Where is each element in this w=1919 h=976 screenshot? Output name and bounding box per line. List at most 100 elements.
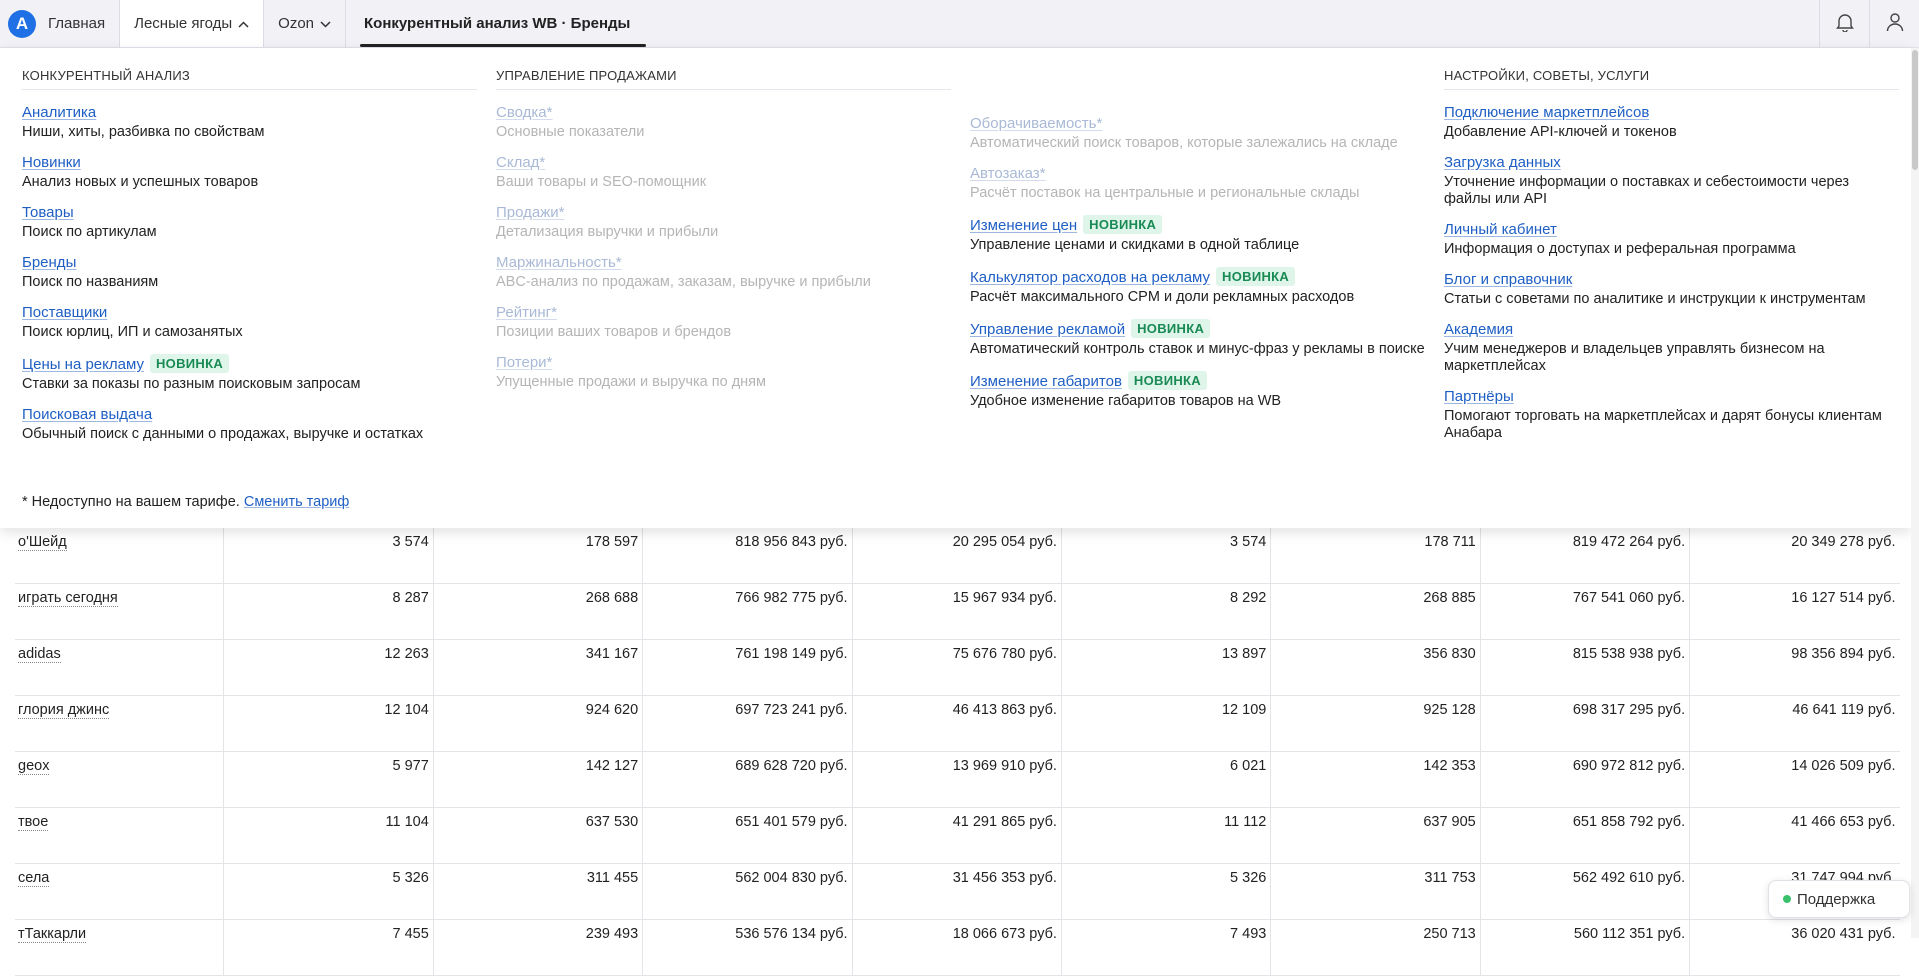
brand-name-link[interactable]: твое — [18, 814, 49, 831]
menu-item-link[interactable]: Изменение цен — [970, 217, 1077, 234]
menu-item-link[interactable]: Личный кабинет — [1444, 221, 1557, 238]
table-cell: 13 897 — [1062, 640, 1272, 695]
menu-item-link[interactable]: Партнёры — [1444, 388, 1514, 405]
menu-item-link[interactable]: Новинки — [22, 154, 81, 171]
brand-cell[interactable]: тТаккарли — [15, 920, 225, 975]
brand-name-link[interactable]: тТаккарли — [18, 926, 87, 943]
menu-item-link[interactable]: Блог и справочник — [1444, 271, 1572, 288]
table-cell: 20 295 054 руб. — [853, 528, 1062, 583]
cell-value: 31 456 353 руб. — [952, 870, 1057, 886]
table-cell: 536 576 134 руб. — [643, 920, 853, 975]
brand-name-link[interactable]: села — [18, 870, 50, 887]
brand-name-link[interactable]: о'Шейд — [18, 534, 67, 551]
nav-current-label: Конкурентный анализ WB · Бренды — [364, 15, 631, 32]
cell-value: 20 349 278 руб. — [1791, 534, 1896, 550]
cell-value: 761 198 149 руб. — [735, 646, 848, 662]
app-logo[interactable]: A — [8, 10, 36, 38]
scrollbar-thumb[interactable] — [1912, 50, 1918, 170]
table-cell: 142 353 — [1271, 752, 1481, 807]
new-badge: НОВИНКА — [1083, 215, 1163, 234]
menu-item-link[interactable]: Поисковая выдача — [22, 406, 152, 423]
cell-value: 818 956 843 руб. — [735, 534, 848, 550]
cell-value: 651 858 792 руб. — [1572, 814, 1686, 830]
menu-item: Аналитика Ниши, хиты, разбивка по свойств… — [22, 104, 477, 141]
menu-item-link[interactable]: Склад* — [496, 154, 545, 171]
brand-cell[interactable]: adidas — [15, 640, 225, 695]
cell-value: 562 004 830 руб. — [735, 870, 848, 886]
menu-item-link[interactable]: Рейтинг* — [496, 304, 557, 321]
scrollbar[interactable] — [1911, 48, 1919, 938]
cell-value: 75 676 780 руб. — [952, 646, 1057, 662]
menu-item-link[interactable]: Аналитика — [22, 104, 96, 121]
menu-item: Рейтинг* Позиции ваших товаров и брендов — [496, 304, 951, 341]
table-cell: 41 291 865 руб. — [853, 808, 1062, 863]
profile-button[interactable] — [1869, 0, 1919, 47]
table-cell: 11 104 — [224, 808, 434, 863]
cell-value: 356 830 — [1423, 646, 1476, 662]
menu-item-link[interactable]: Академия — [1444, 321, 1513, 338]
menu-item-link[interactable]: Управление рекламой — [970, 321, 1125, 338]
table-cell: 12 109 — [1062, 696, 1272, 751]
brand-cell[interactable]: твое — [15, 808, 225, 863]
menu-item-link[interactable]: Сводка* — [496, 104, 552, 121]
menu-item-link[interactable]: Продажи* — [496, 204, 564, 221]
cell-value: 14 026 509 руб. — [1791, 758, 1896, 774]
table-cell: 818 956 843 руб. — [643, 528, 853, 583]
cell-value: 8 292 — [1230, 590, 1267, 606]
table-cell: 5 326 — [224, 864, 434, 919]
brand-cell[interactable]: глория джинс — [15, 696, 225, 751]
table-cell: 8 292 — [1062, 584, 1272, 639]
menu-item-description: Основные показатели — [496, 124, 645, 140]
notifications-button[interactable] — [1819, 0, 1869, 47]
nav-home[interactable]: Главная — [44, 0, 121, 47]
cell-value: 689 628 720 руб. — [735, 758, 848, 774]
menu-item-link[interactable]: Оборачиваемость* — [970, 115, 1102, 132]
nav-current-page[interactable]: Конкурентный анализ WB · Бренды — [346, 0, 647, 47]
table-cell: 925 128 — [1271, 696, 1481, 751]
nav-ozon-dropdown[interactable]: Ozon — [264, 0, 347, 47]
menu-item: Продажи* Детализация выручки и прибыли — [496, 204, 951, 241]
cell-value: 767 541 060 руб. — [1572, 590, 1686, 606]
cell-value: 7 455 — [392, 926, 429, 942]
table-cell: 268 885 — [1271, 584, 1481, 639]
menu-item-link[interactable]: Маржинальность* — [496, 254, 622, 271]
brand-name-link[interactable]: глория джинс — [18, 702, 110, 719]
menu-item-description: Ниши, хиты, разбивка по свойствам — [22, 124, 265, 140]
cell-value: 562 492 610 руб. — [1572, 870, 1686, 886]
menu-item-link[interactable]: Бренды — [22, 254, 76, 271]
menu-item-description: Поиск по названиям — [22, 274, 159, 290]
brand-name-link[interactable]: adidas — [18, 646, 61, 663]
cell-value: 11 112 — [1224, 814, 1267, 830]
menu-item-link[interactable]: Подключение маркетплейсов — [1444, 104, 1649, 121]
cell-value: 5 326 — [392, 870, 429, 886]
brand-cell[interactable]: geox — [15, 752, 225, 807]
menu-item-description: Упущенные продажи и выручка по дням — [496, 374, 766, 390]
menu-item-link[interactable]: Потери* — [496, 354, 552, 371]
table-cell: 46 413 863 руб. — [853, 696, 1062, 751]
menu-item-description: Добавление API-ключей и токенов — [1444, 124, 1677, 140]
brand-cell[interactable]: о'Шейд — [15, 528, 225, 583]
nav-wb-dropdown[interactable]: Лесные ягоды — [120, 0, 265, 47]
brand-name-link[interactable]: geox — [18, 758, 50, 775]
brand-cell[interactable]: села — [15, 864, 225, 919]
menu-item-link[interactable]: Загрузка данных — [1444, 154, 1561, 171]
table-cell: 761 198 149 руб. — [643, 640, 853, 695]
menu-item: Блог и справочник Статьи с советами по ан… — [1444, 271, 1899, 308]
change-tariff-link[interactable]: Сменить тариф — [244, 494, 349, 510]
menu-item-link[interactable]: Поставщики — [22, 304, 107, 321]
menu-item-link[interactable]: Автозаказ* — [970, 165, 1046, 182]
menu-item-link[interactable]: Цены на рекламу — [22, 356, 144, 373]
menu-item: Поставщики Поиск юрлиц, ИП и самозанятых — [22, 304, 477, 341]
table-cell: 5 326 — [1062, 864, 1272, 919]
menu-item-link[interactable]: Изменение габаритов — [970, 373, 1122, 390]
menu-item-link[interactable]: Товары — [22, 204, 74, 221]
menu-item-link[interactable]: Калькулятор расходов на рекламу — [970, 269, 1210, 286]
brand-name-link[interactable]: играть сегодня — [18, 590, 118, 607]
cell-value: 311 455 — [586, 870, 639, 886]
support-button[interactable]: Поддержка — [1768, 880, 1910, 918]
table-cell: 7 455 — [224, 920, 434, 975]
brand-cell[interactable]: играть сегодня — [15, 584, 225, 639]
menu-item-description: Поиск по артикулам — [22, 224, 157, 240]
table-cell: 311 753 — [1271, 864, 1481, 919]
cell-value: 3 574 — [1230, 534, 1267, 550]
